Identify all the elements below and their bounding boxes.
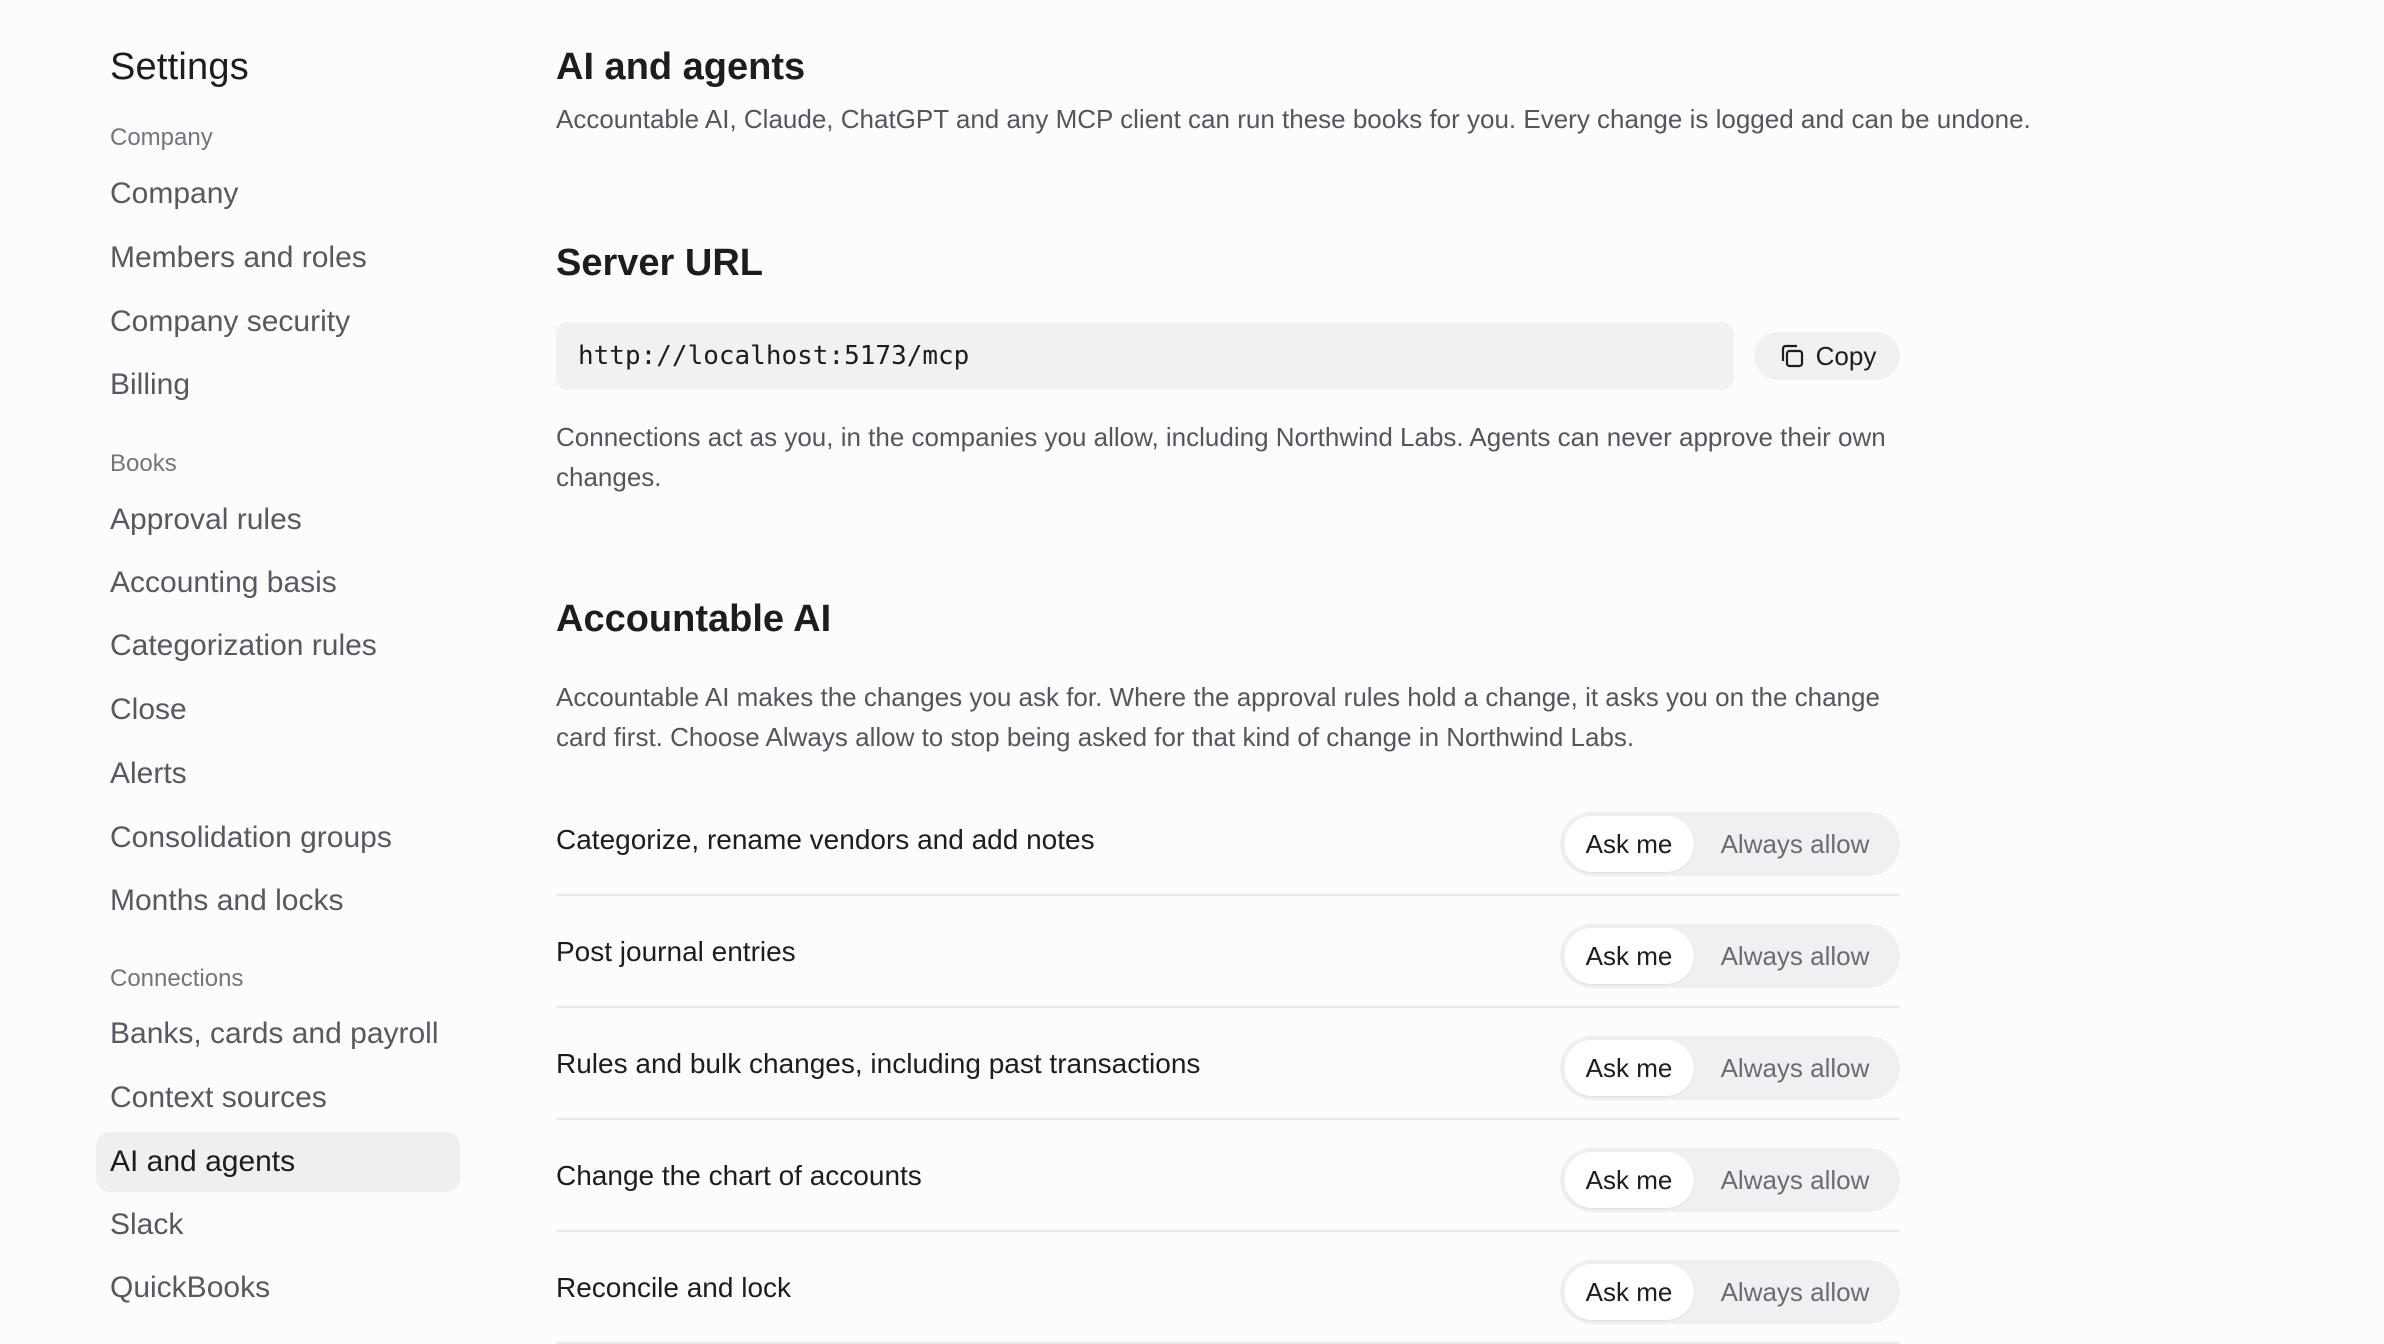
sidebar-item-billing[interactable]: Billing (96, 355, 460, 415)
ask-me-option[interactable]: Ask me (1564, 1152, 1694, 1208)
sidebar-item-company[interactable]: Company (96, 164, 460, 224)
accountable-ai-heading: Accountable AI (556, 598, 832, 640)
permission-toggle: Ask me Always allow (1560, 924, 1900, 988)
copy-button-label: Copy (1815, 340, 1877, 371)
section-label-books: Books (110, 450, 177, 477)
sidebar-item-context-sources[interactable]: Context sources (96, 1068, 460, 1128)
sidebar-item-slack[interactable]: Slack (96, 1195, 460, 1255)
sidebar-item-members-and-roles[interactable]: Members and roles (96, 228, 460, 288)
always-allow-option[interactable]: Always allow (1694, 1040, 1896, 1096)
settings-sidebar: Settings Company Company Members and rol… (96, 0, 460, 1304)
sidebar-item-approval-rules[interactable]: Approval rules (96, 490, 460, 550)
server-url-heading: Server URL (556, 242, 763, 284)
sidebar-item-company-security[interactable]: Company security (96, 292, 460, 352)
always-allow-option[interactable]: Always allow (1694, 1152, 1896, 1208)
server-url-note: Connections act as you, in the companies… (556, 422, 1886, 492)
ask-me-option[interactable]: Ask me (1564, 928, 1694, 984)
permission-toggle: Ask me Always allow (1560, 1260, 1900, 1324)
sidebar-item-categorization-rules[interactable]: Categorization rules (96, 616, 460, 676)
ask-me-option[interactable]: Ask me (1564, 1264, 1694, 1320)
server-url-field[interactable]: http://localhost:5173/mcp (556, 322, 1734, 390)
page-description: Accountable AI, Claude, ChatGPT and any … (556, 104, 2031, 134)
page-title: AI and agents (556, 46, 806, 88)
section-label-connections: Connections (110, 965, 244, 992)
permission-label: Post journal entries (556, 936, 796, 967)
ask-me-option[interactable]: Ask me (1564, 816, 1694, 872)
sidebar-item-close[interactable]: Close (96, 680, 460, 740)
sidebar-item-alerts[interactable]: Alerts (96, 744, 460, 804)
sidebar-item-ai-and-agents[interactable]: AI and agents (96, 1132, 460, 1192)
copy-icon (1778, 342, 1806, 370)
sidebar-item-consolidation-groups[interactable]: Consolidation groups (96, 808, 460, 868)
sidebar-item-quickbooks[interactable]: QuickBooks (96, 1258, 460, 1318)
permission-row: Change the chart of accounts Ask me Alwa… (556, 1120, 1900, 1232)
sidebar-item-banks-cards-payroll[interactable]: Banks, cards and payroll (96, 1004, 460, 1064)
permission-toggle: Ask me Always allow (1560, 812, 1900, 876)
permission-label: Change the chart of accounts (556, 1160, 922, 1191)
permission-row: Reconcile and lock Ask me Always allow (556, 1232, 1900, 1344)
permission-toggle: Ask me Always allow (1560, 1148, 1900, 1212)
copy-button[interactable]: Copy (1754, 332, 1900, 380)
permission-label: Categorize, rename vendors and add notes (556, 824, 1095, 855)
ask-me-option[interactable]: Ask me (1564, 1040, 1694, 1096)
always-allow-option[interactable]: Always allow (1694, 928, 1896, 984)
section-label-company: Company (110, 124, 213, 151)
permission-label: Reconcile and lock (556, 1272, 792, 1303)
permission-label: Rules and bulk changes, including past t… (556, 1048, 1201, 1079)
sidebar-title: Settings (110, 46, 249, 88)
sidebar-item-accounting-basis[interactable]: Accounting basis (96, 553, 460, 613)
accountable-ai-description: Accountable AI makes the changes you ask… (556, 682, 1880, 752)
sidebar-item-months-and-locks[interactable]: Months and locks (96, 871, 460, 931)
always-allow-option[interactable]: Always allow (1694, 1264, 1896, 1320)
permission-row: Rules and bulk changes, including past t… (556, 1008, 1900, 1120)
permission-toggle: Ask me Always allow (1560, 1036, 1900, 1100)
permission-row: Categorize, rename vendors and add notes… (556, 784, 1900, 896)
always-allow-option[interactable]: Always allow (1694, 816, 1896, 872)
permission-row: Post journal entries Ask me Always allow (556, 896, 1900, 1008)
